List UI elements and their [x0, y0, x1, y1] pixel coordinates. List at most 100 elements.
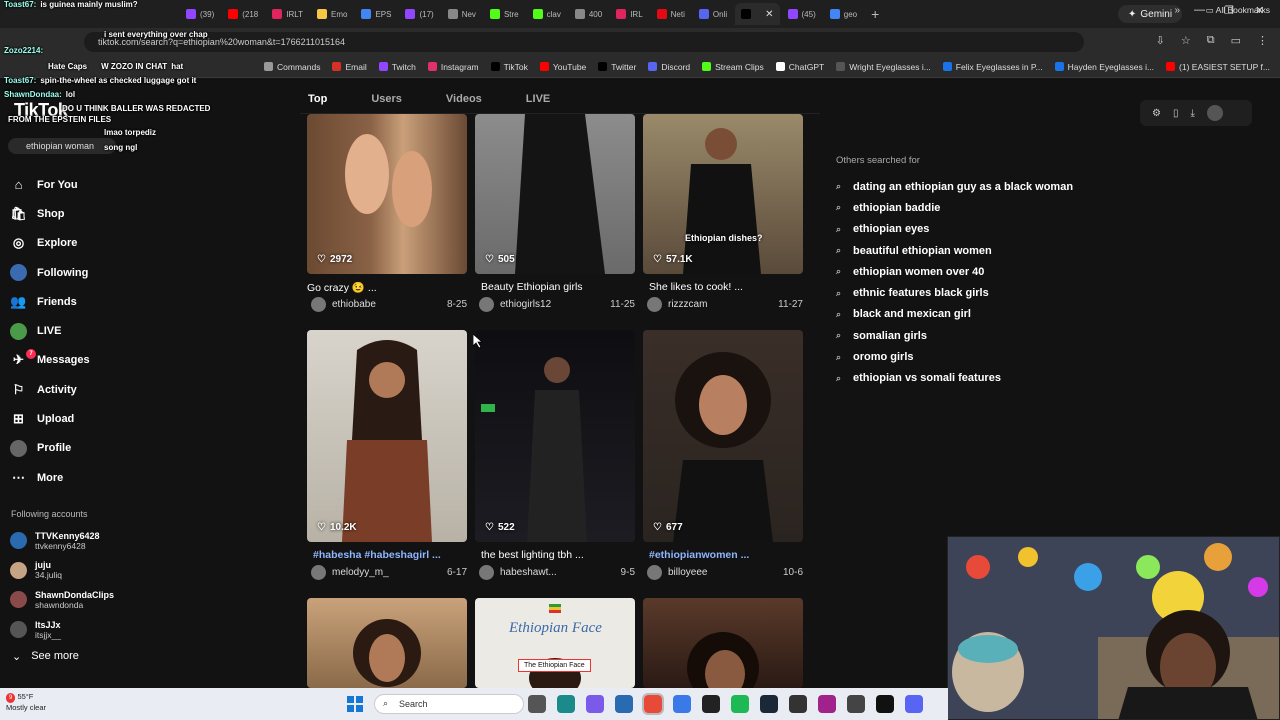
video-card[interactable]: ♡ 10.2K #habesha #habeshagirl ... melodyy…	[307, 330, 467, 582]
video-thumbnail[interactable]	[307, 598, 467, 688]
avatar[interactable]	[479, 297, 494, 312]
obs-icon[interactable]	[702, 695, 720, 713]
bookmark-item[interactable]: Discord	[648, 62, 690, 72]
video-author[interactable]: billoyeee	[668, 567, 707, 578]
task-view-icon[interactable]	[528, 695, 546, 713]
weather-widget[interactable]: 9 55°F Mostly clear	[6, 692, 46, 713]
video-caption[interactable]: #ethiopianwomen ...	[649, 549, 809, 561]
see-more-button[interactable]: ⌄ See more	[12, 650, 79, 663]
browser-tab[interactable]: 400	[569, 3, 608, 25]
avatar[interactable]	[479, 565, 494, 580]
bookmark-star-icon[interactable]: ☆	[1181, 34, 1191, 47]
tab-videos[interactable]: Videos	[446, 93, 482, 105]
nav-item-shop[interactable]: 🛍 Shop	[10, 199, 190, 228]
browser-tab[interactable]: IRLT	[266, 3, 309, 25]
following-account[interactable]: juju 34.juliq	[10, 556, 190, 586]
following-account[interactable]: ItsJJx itsjjx__	[10, 615, 190, 645]
bookmark-item[interactable]: YouTube	[539, 62, 586, 72]
all-bookmarks-button[interactable]: ▭ All Bookmarks	[1206, 5, 1270, 16]
profile-avatar[interactable]	[1206, 105, 1223, 121]
browser-tab[interactable]: Stre	[484, 3, 525, 25]
avatar[interactable]	[647, 565, 662, 580]
video-thumbnail[interactable]	[475, 114, 635, 274]
settings-icon[interactable]: ⚙	[1152, 108, 1161, 119]
nav-item-activity[interactable]: ⚐ Activity	[10, 375, 190, 404]
avatar[interactable]	[311, 297, 326, 312]
video-thumbnail[interactable]	[307, 114, 467, 274]
bookmark-item[interactable]: Hayden Eyeglasses i...	[1054, 62, 1154, 72]
video-author[interactable]: ethiogirls12	[500, 299, 551, 310]
steam-icon[interactable]	[760, 695, 778, 713]
copilot-icon[interactable]	[586, 695, 604, 713]
bookmark-item[interactable]: Twitter	[598, 62, 636, 72]
browser-tab[interactable]: IRL	[610, 3, 648, 25]
bookmark-item[interactable]: TikTok	[490, 62, 528, 72]
video-caption[interactable]: She likes to cook! ...	[649, 281, 809, 293]
bookmark-item[interactable]: ChatGPT	[775, 62, 824, 72]
nav-item-messages[interactable]: ✈ 7 Messages	[10, 346, 190, 375]
video-card[interactable]	[307, 598, 467, 688]
browser-tab[interactable]: EPS	[355, 3, 397, 25]
suggested-search[interactable]: ⌕ dating an ethiopian guy as a black woma…	[836, 176, 1073, 197]
avatar[interactable]	[647, 297, 662, 312]
browser-tab[interactable]: clav	[527, 3, 567, 25]
bookmark-item[interactable]: Wright Eyeglasses i...	[836, 62, 931, 72]
suggested-search[interactable]: ⌕ beautiful ethiopian women	[836, 240, 1073, 261]
video-thumbnail[interactable]	[643, 114, 803, 274]
taskbar-search-input[interactable]: ⌕ Search	[374, 694, 524, 714]
video-card[interactable]: ♡ 677 #ethiopianwomen ... billoyeee 10-6	[643, 330, 803, 582]
nav-item-upload[interactable]: ⊞ Upload	[10, 404, 190, 433]
bookmark-item[interactable]: (1) EASIEST SETUP f...	[1166, 62, 1270, 72]
tab-top[interactable]: Top	[308, 93, 327, 105]
nav-item-profile[interactable]: Profile	[10, 434, 190, 463]
browser-tab[interactable]: ✕	[735, 3, 780, 25]
nav-item-live[interactable]: LIVE	[10, 316, 190, 345]
browser-tab[interactable]: (17)	[399, 3, 439, 25]
video-author[interactable]: rizzzcam	[668, 299, 707, 310]
browser-tab[interactable]: geo	[824, 3, 863, 25]
bookmark-item[interactable]: Instagram	[427, 62, 479, 72]
browser-tab[interactable]: Nev	[442, 3, 482, 25]
nav-item-explore[interactable]: ◎ Explore	[10, 229, 190, 258]
video-author[interactable]: ethiobabe	[332, 299, 376, 310]
new-tab-icon[interactable]: +	[871, 6, 879, 22]
extensions-icon[interactable]: ⧉	[1207, 34, 1215, 47]
following-account[interactable]: TTVKenny6428 ttvkenny6428	[10, 526, 190, 556]
tiktok-icon[interactable]	[876, 695, 894, 713]
bookmark-item[interactable]: Felix Eyeglasses in P...	[942, 62, 1043, 72]
tab-live[interactable]: LIVE	[526, 93, 550, 105]
avatar[interactable]	[311, 565, 326, 580]
suggested-search[interactable]: ⌕ ethiopian eyes	[836, 219, 1073, 240]
tab-users[interactable]: Users	[371, 93, 402, 105]
bookmark-item[interactable]: Twitch	[378, 62, 416, 72]
video-card[interactable]: ♡ 505 Beauty Ethiopian girls ethiogirls12…	[475, 114, 635, 314]
bookmarks-overflow-icon[interactable]: »	[1174, 5, 1180, 16]
video-card[interactable]: Ethiopian Face The Ethiopian Face	[475, 598, 635, 688]
nav-item-for-you[interactable]: ⌂ For You	[10, 170, 190, 199]
video-caption[interactable]: Beauty Ethiopian girls	[481, 281, 641, 293]
close-tab-icon[interactable]: ✕	[765, 9, 773, 20]
suggested-search[interactable]: ⌕ oromo girls	[836, 346, 1073, 367]
menu-icon[interactable]: ⋮	[1257, 34, 1268, 47]
minimize-icon[interactable]: —	[1194, 4, 1205, 16]
suggested-search[interactable]: ⌕ black and mexican girl	[836, 304, 1073, 325]
download-icon[interactable]: ⤓	[1190, 108, 1194, 119]
app-icon[interactable]	[673, 695, 691, 713]
spotify-icon[interactable]	[731, 695, 749, 713]
suggested-search[interactable]: ⌕ ethiopian vs somali features	[836, 368, 1073, 389]
windows-start-icon[interactable]	[347, 696, 363, 712]
gemini-button[interactable]: ✦ Gemini	[1118, 5, 1183, 23]
video-card[interactable]: Ethiopian dishes? ♡ 57.1K She likes to co…	[643, 114, 803, 314]
browser-tab[interactable]: Neti	[651, 3, 691, 25]
edge-icon[interactable]	[557, 695, 575, 713]
video-author[interactable]: melodyy_m_	[332, 567, 389, 578]
suggested-search[interactable]: ⌕ ethiopian women over 40	[836, 261, 1073, 282]
browser-tab[interactable]: Onli	[693, 3, 733, 25]
phone-icon[interactable]: ▯	[1173, 108, 1179, 119]
app-icon[interactable]	[789, 695, 807, 713]
install-app-icon[interactable]: ⇩	[1156, 34, 1165, 47]
bookmark-item[interactable]: Stream Clips	[702, 62, 764, 72]
nav-item-more[interactable]: ⋯ More	[10, 463, 190, 492]
store-icon[interactable]	[615, 695, 633, 713]
video-thumbnail[interactable]	[307, 330, 467, 542]
